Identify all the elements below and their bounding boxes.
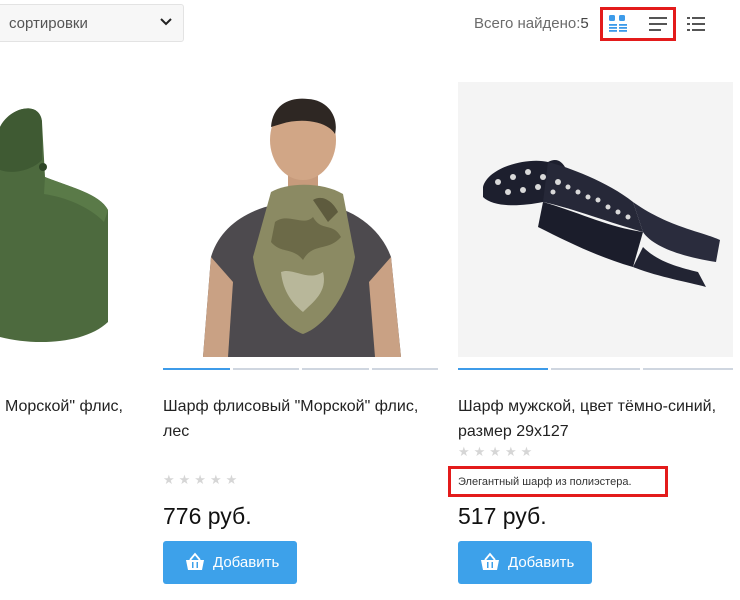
compact-list-view-icon[interactable] [686,15,708,33]
slider-tab[interactable] [643,368,734,370]
add-to-cart-button[interactable]: Добавить [163,541,297,584]
product-image[interactable] [0,82,140,357]
basket-icon [186,552,204,570]
slider-tab[interactable] [232,368,299,370]
rating-stars[interactable]: ★★★★★ [163,472,241,488]
product-image[interactable] [458,82,733,357]
total-found-label: Всего найдено: [474,15,581,32]
slider-tab[interactable] [550,368,641,370]
list-view-icon[interactable] [648,15,670,33]
product-description: Элегантный шарф из полиэстера. [458,476,632,488]
slider-tab[interactable] [163,368,230,370]
slider-tab[interactable] [458,368,548,370]
product-title[interactable]: Морской" флис, [5,394,145,419]
green-fleece-scarf-image [0,108,108,343]
slider-tab[interactable] [371,368,438,370]
product-price: 776 руб. [163,503,252,529]
image-slider-tabs[interactable] [458,368,734,370]
camo-fleece-scarf-on-man-image [203,98,401,357]
navy-scarf-image [483,160,720,287]
slider-tab[interactable] [302,368,369,370]
add-to-cart-label: Добавить [508,554,575,571]
image-slider-tabs[interactable] [163,368,438,370]
product-image[interactable] [163,82,438,357]
total-found-count: 5 [580,15,589,32]
rating-stars[interactable]: ★★★★★ [458,444,536,460]
sort-dropdown-label: сортировки [9,15,88,32]
product-title[interactable]: Шарф флисовый "Морской" флис, лес [163,394,443,444]
product-title[interactable]: Шарф мужской, цвет тёмно-синий, размер 2… [458,394,738,444]
add-to-cart-label: Добавить [213,554,280,571]
add-to-cart-button[interactable]: Добавить [458,541,592,584]
product-price: 517 руб. [458,503,547,529]
total-found: Всего найдено:5 [474,15,589,32]
grid-view-icon[interactable] [608,14,630,32]
sort-dropdown[interactable]: сортировки [0,4,184,42]
basket-icon [481,552,499,570]
chevron-down-icon [160,18,172,26]
